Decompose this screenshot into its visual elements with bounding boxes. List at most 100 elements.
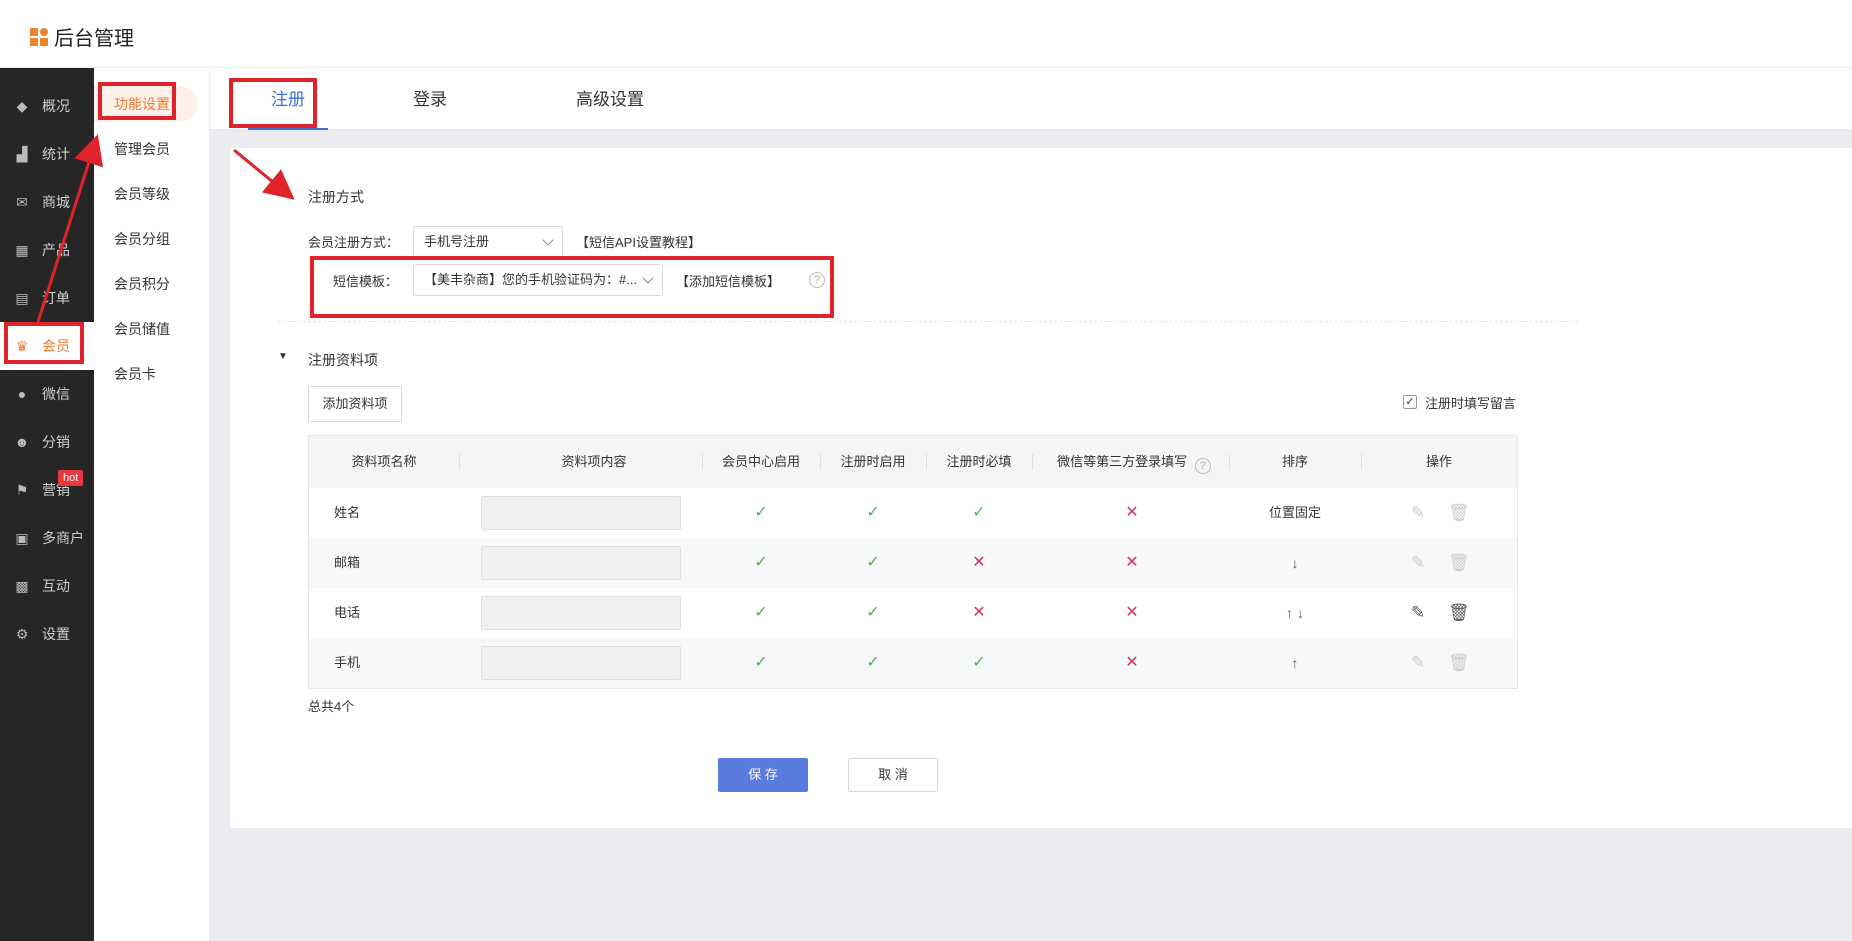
table-header: 资料项名称 资料项内容 会员中心启用 注册时启用 注册时必填 微信等第三方登录填… (309, 436, 1517, 488)
col-header-center-enabled: 会员中心启用 (721, 454, 800, 469)
users-icon: ☻ (14, 434, 30, 450)
col-header-sort: 排序 (1281, 454, 1308, 469)
sidebar-item-members[interactable]: ♛ 会员 (0, 322, 94, 370)
grid-icon: ▦ (15, 242, 29, 258)
help-icon[interactable]: ? (809, 272, 825, 288)
row-content-input[interactable] (481, 546, 681, 580)
settings-tabs: 注册 登录 高级设置 (210, 68, 1852, 130)
trash-icon[interactable]: 🗑 (1448, 503, 1470, 523)
gear-icon: ⚙ (15, 626, 29, 642)
app-header: 后台管理 (0, 0, 1852, 68)
row-sort: 位置固定 (1268, 505, 1321, 520)
layers-icon: ◆ (16, 98, 28, 114)
sidebar-item-distribution[interactable]: ☻ 分销 (0, 418, 94, 466)
mail-icon: ✉ (16, 194, 28, 210)
check-icon[interactable]: ✓ (926, 638, 1032, 688)
total-count: 总共4个 (308, 699, 355, 714)
chat-icon: ● (17, 386, 27, 402)
check-icon[interactable]: ✓ (926, 488, 1032, 538)
leave-message-checkbox[interactable]: ✓ (1403, 395, 1417, 409)
table-row: 邮箱 ✓ ✓ ✕ ✕ ↓ ✎ 🗑 (309, 538, 1517, 588)
row-name: 邮箱 (334, 555, 361, 570)
cancel-button[interactable]: 取 消 (848, 758, 938, 792)
sms-api-tutorial-link[interactable]: 【短信API设置教程】 (576, 232, 701, 251)
cross-icon[interactable]: ✕ (926, 538, 1032, 588)
subnav-item-member-groups[interactable]: 会员分组 (94, 221, 210, 257)
row-name: 姓名 (334, 505, 361, 520)
check-icon[interactable]: ✓ (702, 638, 820, 688)
trash-icon[interactable]: 🗑 (1448, 603, 1470, 623)
member-subnav: 功能设置 管理会员 会员等级 会员分组 会员积分 会员储值 会员卡 (94, 68, 210, 941)
edit-icon[interactable]: ✎ (1411, 603, 1425, 623)
sidebar-item-overview[interactable]: ◆ 概况 (0, 82, 94, 130)
section-divider (278, 321, 1578, 322)
sidebar-item-interaction[interactable]: ▩ 互动 (0, 562, 94, 610)
subnav-item-member-card[interactable]: 会员卡 (94, 356, 210, 392)
subnav-item-function-settings[interactable]: 功能设置 (94, 86, 198, 122)
trash-icon[interactable]: 🗑 (1448, 653, 1470, 673)
cross-icon[interactable]: ✕ (1032, 638, 1232, 688)
cross-icon[interactable]: ✕ (1032, 488, 1232, 538)
sidebar-item-mall[interactable]: ✉ 商城 (0, 178, 94, 226)
clipboard-icon: ▤ (15, 290, 29, 306)
col-header-name: 资料项名称 (351, 454, 417, 469)
sidebar-item-wechat[interactable]: ● 微信 (0, 370, 94, 418)
cross-icon[interactable]: ✕ (926, 588, 1032, 638)
collapse-caret-icon[interactable]: ▼ (278, 351, 288, 362)
sidebar-item-products[interactable]: ▦ 产品 (0, 226, 94, 274)
cross-icon[interactable]: ✕ (1032, 588, 1232, 638)
row-name: 电话 (334, 605, 361, 620)
sort-arrows[interactable]: ↓ (1229, 538, 1361, 588)
tab-login[interactable]: 登录 (400, 68, 460, 130)
sidebar-item-settings[interactable]: ⚙ 设置 (0, 610, 94, 658)
row-content-input[interactable] (481, 496, 681, 530)
save-button[interactable]: 保 存 (718, 758, 808, 792)
tab-advanced-settings[interactable]: 高级设置 (560, 68, 660, 130)
check-icon[interactable]: ✓ (702, 488, 820, 538)
table-row: 电话 ✓ ✓ ✕ ✕ ↑ ↓ ✎ 🗑 (309, 588, 1517, 638)
app-logo[interactable]: 后台管理 (30, 22, 134, 51)
sidebar-item-stats[interactable]: ▟ 统计 (0, 130, 94, 178)
edit-icon[interactable]: ✎ (1411, 503, 1425, 523)
sidebar-item-orders[interactable]: ▤ 订单 (0, 274, 94, 322)
check-icon[interactable]: ✓ (820, 588, 926, 638)
trash-icon[interactable]: 🗑 (1448, 553, 1470, 573)
help-icon[interactable]: ? (1194, 458, 1211, 474)
check-icon[interactable]: ✓ (702, 538, 820, 588)
hot-badge: hot (58, 470, 84, 486)
check-icon[interactable]: ✓ (820, 488, 926, 538)
register-method-title: 注册方式 (308, 189, 364, 205)
col-header-actions: 操作 (1425, 454, 1452, 469)
register-method-label: 会员注册方式： (308, 235, 400, 250)
subnav-item-member-levels[interactable]: 会员等级 (94, 176, 210, 212)
check-icon[interactable]: ✓ (820, 538, 926, 588)
cross-icon[interactable]: ✕ (1032, 538, 1232, 588)
add-sms-template-link[interactable]: 【添加短信模板】 (676, 271, 780, 290)
sort-arrows[interactable]: ↑ (1229, 638, 1361, 688)
edit-icon[interactable]: ✎ (1411, 653, 1425, 673)
crown-icon: ♛ (15, 338, 29, 354)
add-profile-item-button[interactable]: 添加资料项 (308, 386, 402, 422)
sms-template-label: 短信模板： (333, 274, 399, 289)
sms-template-select[interactable]: 【美丰杂商】您的手机验证码为：#... (413, 264, 663, 296)
sort-arrows[interactable]: ↑ ↓ (1229, 588, 1361, 638)
check-icon[interactable]: ✓ (820, 638, 926, 688)
check-icon[interactable]: ✓ (702, 588, 820, 638)
subnav-item-member-points[interactable]: 会员积分 (94, 266, 210, 302)
stores-icon: ▣ (15, 530, 29, 546)
sidebar-item-multi-merchant[interactable]: ▣ 多商户 (0, 514, 94, 562)
tab-register[interactable]: 注册 (248, 68, 328, 130)
subnav-item-manage-members[interactable]: 管理会员 (94, 131, 210, 167)
sidebar-item-marketing[interactable]: ⚑ 营销 hot (0, 466, 94, 514)
subnav-item-member-balance[interactable]: 会员储值 (94, 311, 210, 347)
col-header-register-required: 注册时必填 (946, 454, 1012, 469)
table-row: 手机 ✓ ✓ ✓ ✕ ↑ ✎ 🗑 (309, 638, 1517, 688)
col-header-register-enabled: 注册时启用 (840, 454, 906, 469)
col-header-content: 资料项内容 (561, 454, 627, 469)
edit-icon[interactable]: ✎ (1411, 553, 1425, 573)
register-method-select[interactable]: 手机号注册 (413, 226, 563, 258)
row-content-input[interactable] (481, 596, 681, 630)
flag-icon: ⚑ (15, 482, 29, 498)
chart-icon: ▟ (16, 146, 28, 162)
row-content-input[interactable] (481, 646, 681, 680)
